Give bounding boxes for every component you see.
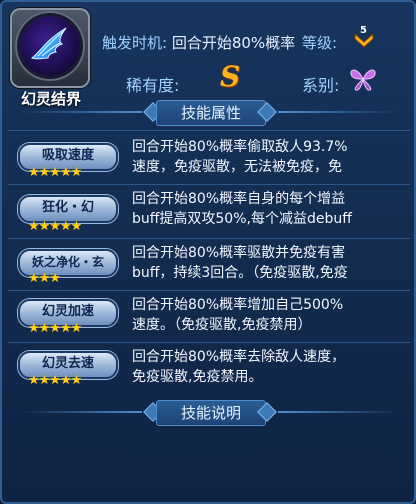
trigger-value: 回合开始80%概率 (171, 34, 296, 52)
attribute-row: 幻灵去速 ★★★★★ 回合开始80%概率去除敌人速度， 免疫驱散,免疫禁用。 (8, 342, 410, 395)
butterfly-icon (350, 69, 376, 91)
blue-wing-icon (20, 16, 80, 76)
attribute-description: 回合开始80%概率驱散并免疫有害 buff，持续3回合。（免疫驱散,免疫 (132, 243, 408, 283)
description-line: 回合开始80%概率去除敌人速度， (132, 349, 346, 365)
description-line: 回合开始80%概率偷取敌人93.7% (132, 139, 348, 155)
divider-left (22, 111, 142, 113)
attributes-section-header: 技能属性 (2, 100, 414, 126)
star-rating: ★★★★★ (28, 373, 82, 388)
attribute-description: 回合开始80%概率偷取敌人93.7% 速度，免疫驱散，无法被免疫，免 (132, 137, 408, 177)
attributes-title: 技能属性 (156, 100, 266, 126)
attribute-description: 回合开始80%概率去除敌人速度， 免疫驱散,免疫禁用。 (132, 347, 408, 387)
description-line: buff，持续3回合。（免疫驱散,免疫 (132, 265, 348, 281)
level-value: 5 (360, 25, 367, 36)
description-line: 速度，免疫驱散，无法被免疫，免 (132, 159, 342, 175)
attribute-row: 幻灵加速 ★★★★★ 回合开始80%概率增加自己500% 速度。（免疫驱散,免疫… (8, 290, 410, 343)
attribute-row: 吸取速度 ★★★★★ 回合开始80%概率偷取敌人93.7% 速度，免疫驱散，无法… (8, 130, 410, 183)
star-rating: ★★★★★ (28, 219, 82, 234)
divider-right (278, 111, 398, 113)
rarity-value: S (220, 60, 241, 93)
level-label: 等级: (302, 34, 338, 52)
star-rating: ★★★ (28, 271, 61, 286)
description-line: 回合开始80%概率自身的每个增益 (132, 191, 346, 207)
description-title[interactable]: 技能说明 (156, 400, 266, 426)
series-label: 系别: (302, 76, 340, 95)
description-line: buff提高双攻50%,每个减益debuff (132, 211, 352, 227)
skill-panel: 幻灵结界 触发时机: 回合开始80%概率 等级: 5 稀有度: S 系别: 技能… (0, 0, 416, 504)
trigger-label: 触发时机: (102, 34, 168, 52)
divider-right (278, 411, 398, 413)
attribute-row: 狂化・幻 ★★★★★ 回合开始80%概率自身的每个增益 buff提高双攻50%,… (8, 184, 410, 237)
divider-left (22, 411, 142, 413)
description-section-header: 技能说明 (2, 400, 414, 426)
attribute-description: 回合开始80%概率增加自己500% 速度。（免疫驱散,免疫禁用） (132, 295, 408, 335)
trigger-row: 触发时机: 回合开始80%概率 (102, 32, 295, 53)
description-line: 回合开始80%概率增加自己500% (132, 297, 344, 313)
description-line: 速度。（免疫驱散,免疫禁用） (132, 317, 312, 333)
star-rating: ★★★★★ (28, 321, 82, 336)
attribute-description: 回合开始80%概率自身的每个增益 buff提高双攻50%,每个减益debuff (132, 189, 408, 229)
description-line: 免疫驱散,免疫禁用。 (132, 369, 263, 385)
rarity-label: 稀有度: (126, 76, 180, 95)
attribute-row: 妖之净化・玄 ★★★ 回合开始80%概率驱散并免疫有害 buff，持续3回合。（… (8, 238, 410, 291)
skill-icon-frame[interactable] (10, 8, 90, 88)
star-rating: ★★★★★ (28, 165, 82, 180)
description-line: 回合开始80%概率驱散并免疫有害 (132, 245, 346, 261)
